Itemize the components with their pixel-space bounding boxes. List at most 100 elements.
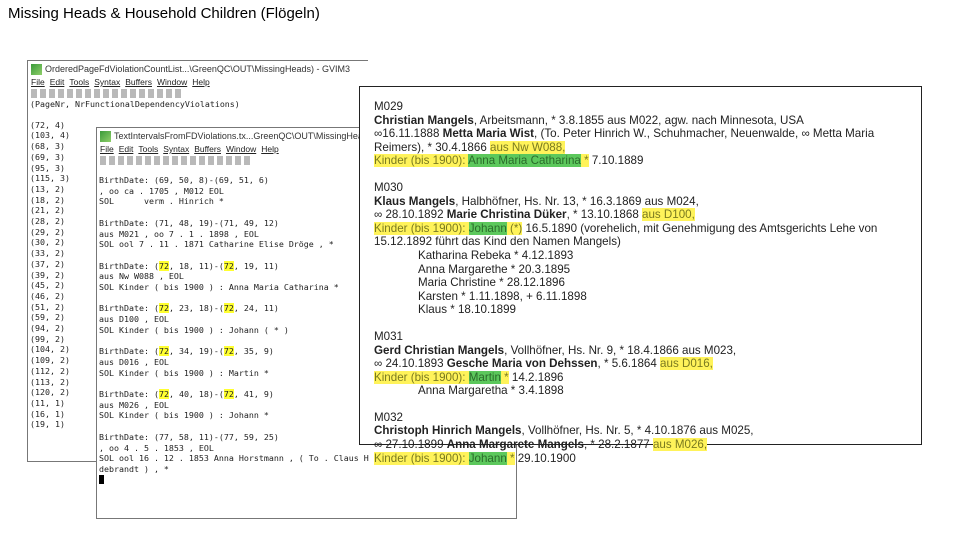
- search-highlight: 72: [158, 389, 169, 400]
- birthdate-prefix: BirthDate: (: [99, 303, 159, 314]
- head-name: Gerd Christian Mangels: [374, 343, 505, 357]
- text: 16.5.1890 (vorehelich, mit Genehmigung d…: [522, 221, 878, 235]
- highlight-child: Martin: [468, 370, 501, 384]
- search-highlight: 72: [223, 389, 234, 400]
- entry-m031: M031 Gerd Christian Mangels, Vollhöfner,…: [374, 330, 921, 398]
- menu-tools[interactable]: Tools: [138, 144, 158, 155]
- text: , * 5.6.1864: [597, 357, 661, 371]
- text: , 24, 11): [233, 303, 279, 314]
- text: , 41, 9): [233, 389, 274, 400]
- highlight-origin: aus M026,: [652, 438, 708, 452]
- search-highlight: 72: [223, 346, 234, 357]
- entry-id: M031: [374, 329, 404, 343]
- birthdate-prefix: BirthDate: (: [99, 389, 159, 400]
- highlight-child: Anna Maria Catharina: [468, 154, 581, 168]
- highlight-child: Johann: [468, 221, 507, 235]
- menu-edit[interactable]: Edit: [119, 144, 134, 155]
- child-line: Karsten * 1.11.1898, + 6.11.1898: [418, 289, 587, 303]
- search-highlight: 72: [223, 260, 234, 271]
- highlight-star: (*): [506, 221, 523, 235]
- text: , 18, 11)-: [168, 260, 219, 271]
- highlight-star: *: [580, 154, 589, 168]
- text: , Arbeitsmann, * 3.8.1855 aus M022, agw.…: [473, 113, 804, 127]
- search-highlight: 72: [158, 303, 169, 314]
- text: , 19, 11): [233, 260, 279, 271]
- menu-help[interactable]: Help: [261, 144, 278, 155]
- menu-window[interactable]: Window: [157, 77, 187, 88]
- highlight-star: *: [506, 451, 515, 465]
- menu-bar: File Edit Tools Syntax Buffers Window Help: [28, 77, 368, 88]
- gvim-app-icon: [31, 63, 42, 75]
- text: ∞ 24.10.1893: [374, 357, 447, 371]
- search-highlight: 72: [223, 303, 234, 314]
- spouse-name: Metta Maria Wist: [442, 127, 535, 141]
- head-name: Christoph Hinrich Mangels: [374, 424, 522, 438]
- text: ∞ 27.10.1899: [374, 438, 447, 452]
- entry-m032: M032 Christoph Hinrich Mangels, Vollhöfn…: [374, 411, 921, 465]
- text: , 34, 19)-: [168, 346, 219, 357]
- spouse-name: Gesche Maria von Dehssen: [446, 357, 598, 371]
- menu-file[interactable]: File: [31, 77, 45, 88]
- search-highlight: 72: [158, 346, 169, 357]
- menu-syntax[interactable]: Syntax: [163, 144, 189, 155]
- text: ∞16.11.1888: [374, 127, 443, 141]
- text: , Halbhöfner, Hs. Nr. 13, * 16.3.1869 au…: [455, 194, 699, 208]
- title-bar[interactable]: OrderedPageFdViolationCountList...\Green…: [28, 61, 368, 77]
- header-line: (PageNr, NrFunctionalDependencyViolation…: [30, 99, 240, 109]
- menu-help[interactable]: Help: [192, 77, 209, 88]
- text: , 35, 9): [233, 346, 274, 357]
- highlight-kinder: Kinder (bis 1900):: [374, 154, 469, 168]
- menu-buffers[interactable]: Buffers: [125, 77, 152, 88]
- menu-tools[interactable]: Tools: [69, 77, 89, 88]
- text: 14.2.1896: [508, 370, 564, 384]
- text: 15.12.1892 führt das Kind den Namen Mang…: [374, 235, 621, 249]
- head-name: Christian Mangels: [374, 113, 474, 127]
- toolbar[interactable]: [100, 156, 250, 165]
- cursor-line: [99, 474, 516, 487]
- menu-edit[interactable]: Edit: [50, 77, 65, 88]
- text-line: debrandt ) , *: [99, 463, 169, 474]
- spouse-name: Marie Christina Düker: [446, 208, 567, 222]
- text: , Vollhöfner, Hs. Nr. 9, * 18.4.1866 aus…: [504, 343, 737, 357]
- text: 7.10.1889: [588, 154, 644, 168]
- text: , 23, 18)-: [168, 303, 219, 314]
- toolbar[interactable]: [31, 89, 181, 98]
- text: , * 13.10.1868: [566, 208, 642, 222]
- head-name: Klaus Mangels: [374, 194, 456, 208]
- menu-file[interactable]: File: [100, 144, 114, 155]
- text: , Vollhöfner, Hs. Nr. 5, * 4.10.1876 aus…: [521, 424, 754, 438]
- birthdate-prefix: BirthDate: (: [99, 346, 159, 357]
- highlight-kinder: Kinder (bis 1900):: [374, 451, 469, 465]
- window-title: OrderedPageFdViolationCountList...\Green…: [45, 64, 350, 74]
- gvim-app-icon: [100, 130, 111, 142]
- text: 29.10.1900: [514, 451, 576, 465]
- scanned-document: M029 Christian Mangels, Arbeitsmann, * 3…: [359, 86, 922, 465]
- highlight-origin: aus D016,: [660, 357, 713, 371]
- child-line: Anna Margaretha * 3.4.1898: [418, 384, 564, 398]
- text: Reimers), * 30.4.1866: [374, 140, 490, 154]
- highlight-kinder: Kinder (bis 1900):: [374, 221, 469, 235]
- text: , 40, 18)-: [168, 389, 219, 400]
- highlight-kinder: Kinder (bis 1900):: [374, 370, 469, 384]
- entry-m029: M029 Christian Mangels, Arbeitsmann, * 3…: [374, 100, 921, 168]
- text-cursor: [99, 474, 104, 484]
- entry-id: M029: [374, 100, 404, 113]
- entry-id: M032: [374, 410, 404, 424]
- menu-buffers[interactable]: Buffers: [194, 144, 221, 155]
- slide-title: Missing Heads & Household Children (Flög…: [8, 5, 320, 22]
- child-line: Anna Margarethe * 20.3.1895: [418, 262, 571, 276]
- entry-m030: M030 Klaus Mangels, Halbhöfner, Hs. Nr. …: [374, 181, 921, 317]
- text: , * 28.2.1877: [583, 438, 653, 452]
- child-line: Katharina Rebeka * 4.12.1893: [418, 248, 574, 262]
- entry-id: M030: [374, 180, 404, 194]
- highlight-child: Johann: [468, 451, 507, 465]
- text: , (To. Peter Hinrich W., Schuhmacher, Ne…: [534, 127, 875, 141]
- text: ∞ 28.10.1892: [374, 208, 447, 222]
- highlight-star: *: [500, 370, 509, 384]
- child-line: Klaus * 18.10.1899: [418, 303, 516, 317]
- menu-syntax[interactable]: Syntax: [94, 77, 120, 88]
- highlight-origin: aus Nw W088,: [490, 140, 566, 154]
- highlight-origin: aus D100,: [642, 208, 695, 222]
- child-line: Maria Christine * 28.12.1896: [418, 276, 565, 290]
- menu-window[interactable]: Window: [226, 144, 256, 155]
